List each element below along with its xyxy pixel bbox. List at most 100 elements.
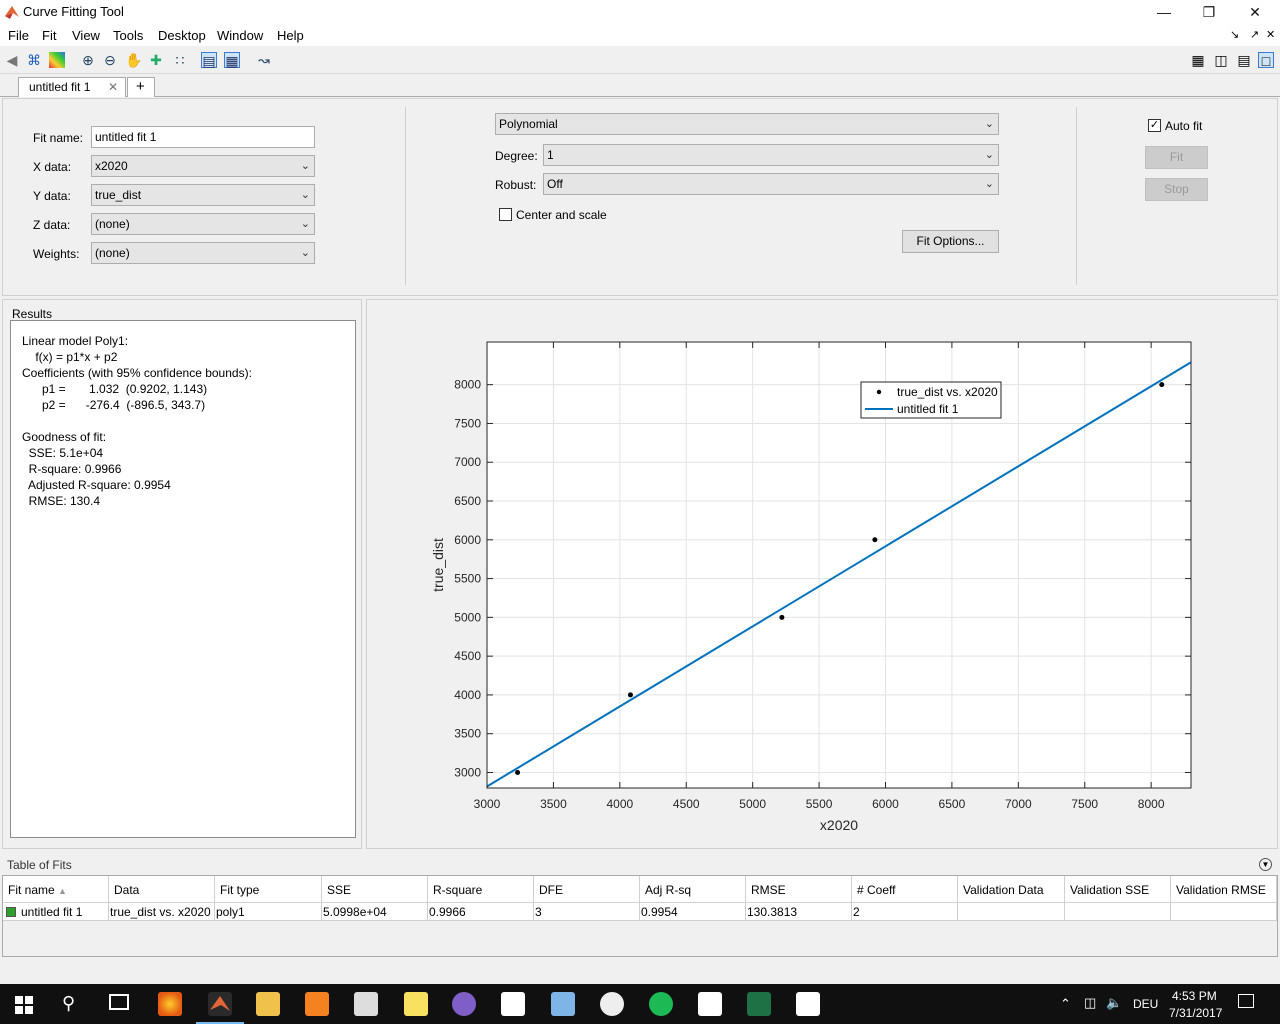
- auto-fit-checkbox[interactable]: ✓: [1148, 119, 1161, 132]
- legend-toggle-icon[interactable]: ▤: [201, 52, 217, 69]
- sticky-notes-icon[interactable]: [404, 992, 428, 1016]
- menu-file[interactable]: File: [8, 28, 29, 43]
- clock-date[interactable]: 7/31/2017: [1169, 1006, 1222, 1020]
- clock-time[interactable]: 4:53 PM: [1172, 989, 1217, 1003]
- table-cell[interactable]: 130.3813: [746, 903, 852, 921]
- data-tip-icon[interactable]: ✚: [148, 52, 164, 68]
- zoom-out-icon[interactable]: ⊖: [102, 52, 118, 68]
- firefox-icon[interactable]: [158, 992, 182, 1016]
- table-cell[interactable]: poly1: [215, 903, 322, 921]
- menu-window[interactable]: Window: [217, 28, 263, 43]
- column-header[interactable]: Validation Data: [958, 876, 1065, 903]
- z-data-select[interactable]: (none) ⌄: [91, 213, 315, 235]
- table-cell[interactable]: true_dist vs. x2020: [109, 903, 215, 921]
- menu-fit[interactable]: Fit: [42, 28, 56, 43]
- table-cell[interactable]: [1065, 903, 1171, 921]
- fit-options-button[interactable]: Fit Options...: [902, 230, 999, 253]
- menu-help[interactable]: Help: [277, 28, 304, 43]
- windows-start-icon[interactable]: [15, 996, 33, 1014]
- layout-grid-icon[interactable]: ▦: [1190, 52, 1206, 68]
- degree-select[interactable]: 1 ⌄: [543, 144, 999, 166]
- data-point[interactable]: [515, 769, 521, 775]
- center-scale-checkbox[interactable]: [499, 208, 512, 221]
- data-point[interactable]: [627, 692, 633, 698]
- grid-toggle-icon[interactable]: ▦: [224, 52, 240, 69]
- column-header[interactable]: Validation RMSE: [1171, 876, 1277, 903]
- fit-plot[interactable]: 3000 3500 4000 4500 5000 5500 6000 6500 7000 7500…: [367, 300, 1277, 848]
- tab-untitled-fit-1[interactable]: untitled fit 1 ✕: [18, 77, 126, 97]
- column-header[interactable]: R-square: [428, 876, 534, 903]
- menu-view[interactable]: View: [72, 28, 100, 43]
- file-explorer-icon[interactable]: [256, 992, 280, 1016]
- task-view-icon[interactable]: [109, 994, 129, 1010]
- column-header[interactable]: DFE: [534, 876, 640, 903]
- mail-icon[interactable]: [698, 992, 722, 1016]
- layout-columns-icon[interactable]: ◫: [1213, 52, 1229, 68]
- fit-type-select[interactable]: Polynomial ⌄: [495, 113, 999, 135]
- weights-select[interactable]: (none) ⌄: [91, 242, 315, 264]
- restore-button[interactable]: ❐: [1199, 2, 1219, 22]
- column-header[interactable]: SSE: [322, 876, 428, 903]
- column-header[interactable]: Adj R-sq: [640, 876, 746, 903]
- pdf-app-icon[interactable]: [305, 992, 329, 1016]
- menu-tools[interactable]: Tools: [113, 28, 143, 43]
- table-cell[interactable]: 0.9954: [640, 903, 746, 921]
- column-header[interactable]: # Coeff: [852, 876, 958, 903]
- column-header[interactable]: RMSE: [746, 876, 852, 903]
- x-data-select[interactable]: x2020 ⌄: [91, 155, 315, 177]
- zoom-in-icon[interactable]: ⊕: [80, 52, 96, 68]
- network-icon[interactable]: ◫: [1084, 995, 1096, 1011]
- pan-hand-icon[interactable]: ✋: [125, 52, 142, 68]
- undock-arrow-icon[interactable]: ↗: [1250, 28, 1259, 41]
- column-header[interactable]: Data: [109, 876, 215, 903]
- column-header[interactable]: Fit name ▲: [3, 876, 109, 903]
- colormap-icon[interactable]: [49, 52, 65, 68]
- table-cell[interactable]: untitled fit 1: [3, 903, 109, 921]
- back-arrow-icon[interactable]: ◀: [4, 52, 20, 68]
- plot-area[interactable]: [487, 342, 1191, 788]
- app-icon[interactable]: [501, 992, 525, 1016]
- minimize-button[interactable]: —: [1154, 2, 1174, 22]
- tab-close-icon[interactable]: ✕: [108, 78, 118, 97]
- table-cell[interactable]: [958, 903, 1065, 921]
- axes-limits-icon[interactable]: ↝: [256, 52, 272, 68]
- data-point[interactable]: [1159, 382, 1165, 388]
- collapse-icon[interactable]: ▼: [1259, 858, 1272, 871]
- language-indicator[interactable]: DEU: [1133, 997, 1158, 1011]
- menu-close-icon[interactable]: ✕: [1266, 28, 1275, 41]
- search-icon[interactable]: ⚲: [62, 993, 75, 1014]
- y-data-select[interactable]: true_dist ⌄: [91, 184, 315, 206]
- column-header[interactable]: Fit type: [215, 876, 322, 903]
- spotify-icon[interactable]: [649, 992, 673, 1016]
- add-tab-button[interactable]: +: [127, 77, 155, 97]
- data-point[interactable]: [872, 537, 878, 543]
- menu-desktop[interactable]: Desktop: [158, 28, 206, 43]
- dock-arrow-icon[interactable]: ↘: [1230, 28, 1239, 41]
- table-cell[interactable]: 5.0998e+04: [322, 903, 428, 921]
- data-cursor-icon[interactable]: ⌘: [26, 52, 42, 68]
- stop-button[interactable]: Stop: [1145, 178, 1208, 201]
- data-point[interactable]: [779, 614, 785, 620]
- fit-name-input[interactable]: untitled fit 1: [91, 126, 315, 148]
- app-icon[interactable]: [551, 992, 575, 1016]
- excel-icon[interactable]: [747, 992, 771, 1016]
- column-header[interactable]: Validation SSE: [1065, 876, 1171, 903]
- layout-rows-icon[interactable]: ▤: [1236, 52, 1252, 68]
- table-cell[interactable]: [1171, 903, 1277, 921]
- robust-select[interactable]: Off ⌄: [543, 173, 999, 195]
- exclude-outliers-icon[interactable]: ∷: [172, 52, 188, 68]
- close-button[interactable]: ✕: [1245, 2, 1265, 22]
- table-cell[interactable]: 3: [534, 903, 640, 921]
- volume-icon[interactable]: 🔈: [1106, 995, 1122, 1011]
- app-icon[interactable]: [354, 992, 378, 1016]
- app-icon[interactable]: [600, 992, 624, 1016]
- photos-icon[interactable]: [796, 992, 820, 1016]
- table-cell[interactable]: 0.9966: [428, 903, 534, 921]
- app-icon[interactable]: [452, 992, 476, 1016]
- notifications-icon[interactable]: [1238, 994, 1254, 1008]
- matlab-icon[interactable]: [208, 992, 232, 1016]
- chevron-up-icon[interactable]: ⌃: [1060, 996, 1071, 1012]
- layout-single-icon[interactable]: □: [1258, 52, 1274, 69]
- fit-button[interactable]: Fit: [1145, 146, 1208, 169]
- table-cell[interactable]: 2: [852, 903, 958, 921]
